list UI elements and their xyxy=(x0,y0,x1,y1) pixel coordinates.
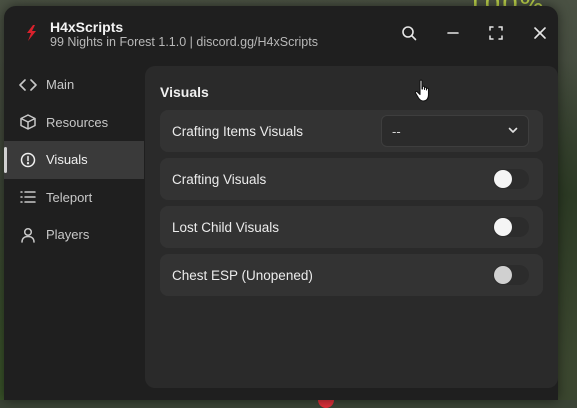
code-icon xyxy=(19,76,37,94)
crafting-items-dropdown[interactable]: -- xyxy=(381,115,529,147)
row-label: Lost Child Visuals xyxy=(172,219,280,235)
sidebar-item-label: Main xyxy=(46,77,75,93)
close-icon xyxy=(534,27,546,39)
dropdown-value: -- xyxy=(392,123,401,139)
row-label: Crafting Visuals xyxy=(172,171,267,187)
chest-esp-toggle[interactable] xyxy=(493,265,529,285)
sidebar-item-label: Visuals xyxy=(46,152,88,168)
crafting-visuals-toggle[interactable] xyxy=(493,169,529,189)
crafting-items-visuals-row: Crafting Items Visuals -- xyxy=(160,110,543,152)
section-title: Visuals xyxy=(160,84,209,100)
sidebar-item-label: Resources xyxy=(46,114,109,130)
minimize-icon xyxy=(447,32,459,34)
sidebar-item-resources[interactable]: Resources xyxy=(4,104,144,142)
list-icon xyxy=(19,188,37,206)
sidebar-item-label: Teleport xyxy=(46,189,93,205)
search-button[interactable] xyxy=(398,22,420,44)
toggle-knob xyxy=(494,266,512,284)
row-label: Crafting Items Visuals xyxy=(172,123,304,139)
sidebar: Main Resources Visuals Teleport Players xyxy=(4,66,144,254)
chevron-down-icon xyxy=(508,127,518,133)
logo-icon xyxy=(27,25,36,41)
row-label: Chest ESP (Unopened) xyxy=(172,267,313,283)
visuals-panel: Visuals Crafting Items Visuals -- Crafti… xyxy=(145,66,558,388)
alert-circle-icon xyxy=(19,151,37,169)
search-icon xyxy=(402,26,417,41)
close-button[interactable] xyxy=(529,22,551,44)
hand-cursor-icon xyxy=(414,79,430,102)
user-icon xyxy=(19,226,37,244)
titlebar[interactable]: H4xScripts 99 Nights in Forest 1.1.0 | d… xyxy=(4,6,558,58)
toggle-knob xyxy=(494,170,512,188)
lost-child-visuals-row: Lost Child Visuals xyxy=(160,206,543,248)
sidebar-item-label: Players xyxy=(46,227,90,243)
maximize-button[interactable] xyxy=(485,22,507,44)
box-icon xyxy=(19,113,37,131)
window-title: H4xScripts xyxy=(50,19,124,35)
sidebar-item-teleport[interactable]: Teleport xyxy=(4,179,144,217)
toggle-knob xyxy=(494,218,512,236)
minimize-button[interactable] xyxy=(442,22,464,44)
sidebar-item-main[interactable]: Main xyxy=(4,66,144,104)
crafting-visuals-row: Crafting Visuals xyxy=(160,158,543,200)
window-subtitle: 99 Nights in Forest 1.1.0 | discord.gg/H… xyxy=(50,35,318,49)
maximize-icon xyxy=(489,26,503,40)
sidebar-item-players[interactable]: Players xyxy=(4,216,144,254)
chest-esp-row: Chest ESP (Unopened) xyxy=(160,254,543,296)
sidebar-item-visuals[interactable]: Visuals xyxy=(4,141,144,179)
lost-child-visuals-toggle[interactable] xyxy=(493,217,529,237)
script-window: H4xScripts 99 Nights in Forest 1.1.0 | d… xyxy=(4,6,558,400)
